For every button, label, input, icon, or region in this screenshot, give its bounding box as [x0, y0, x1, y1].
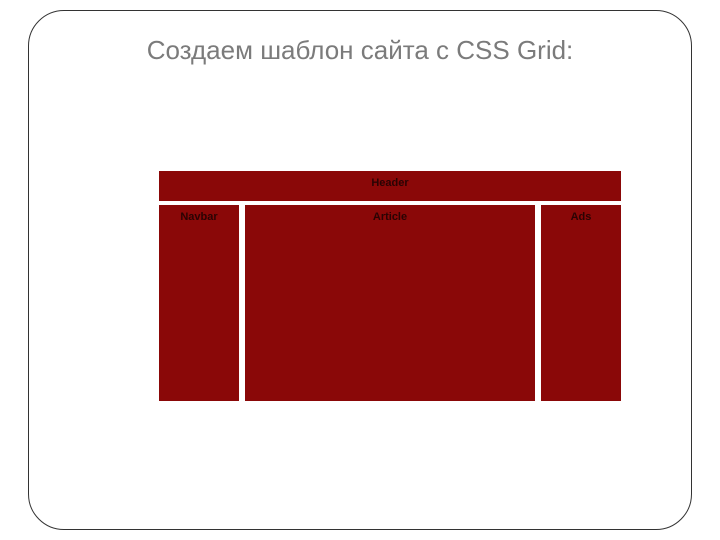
slide-frame: Создаем шаблон сайта с CSS Grid: Header … — [28, 10, 692, 530]
grid-header-region: Header — [159, 171, 621, 201]
grid-ads-region: Ads — [541, 205, 621, 401]
page-title: Создаем шаблон сайта с CSS Grid: — [29, 35, 691, 66]
grid-layout-demo: Header Navbar Article Ads — [159, 171, 621, 401]
grid-navbar-region: Navbar — [159, 205, 239, 401]
grid-article-region: Article — [245, 205, 535, 401]
